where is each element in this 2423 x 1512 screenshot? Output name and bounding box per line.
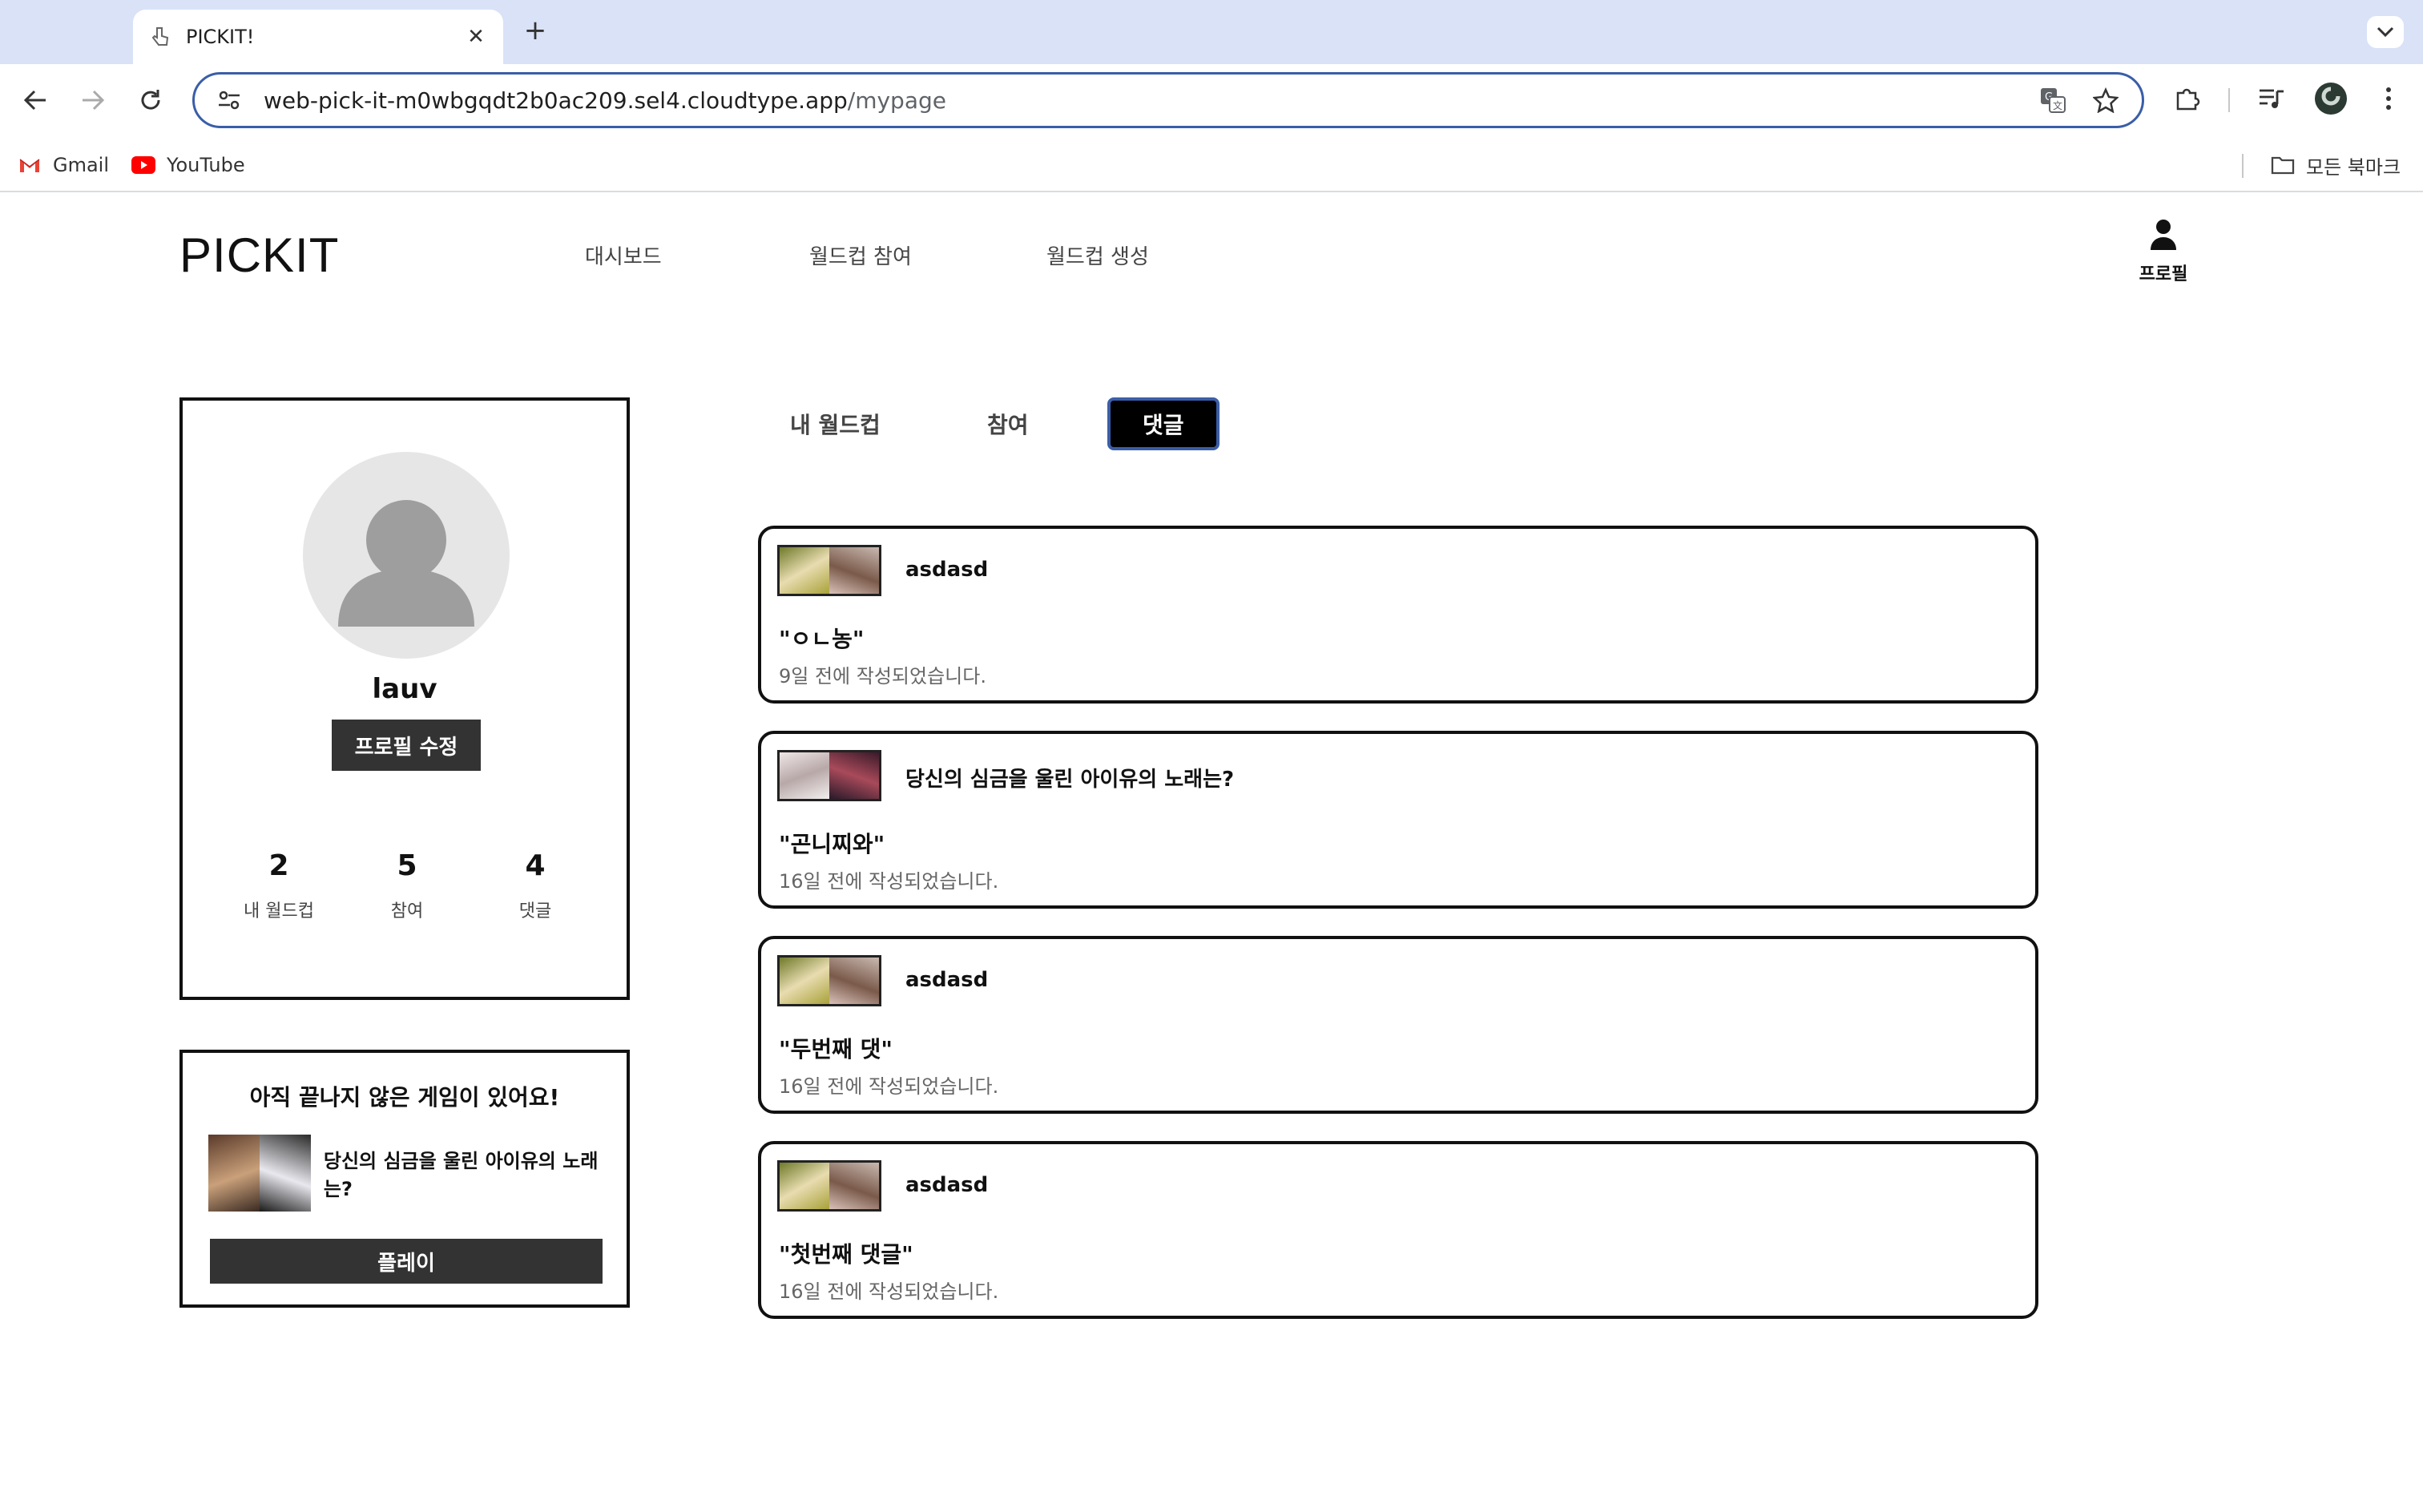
profile-avatar-button[interactable] bbox=[2312, 80, 2349, 117]
comment-text: "두번째 댓" bbox=[779, 1036, 893, 1062]
toolbar-divider bbox=[2228, 88, 2230, 112]
bookmark-youtube[interactable]: YouTube bbox=[131, 151, 245, 179]
bookmark-label: YouTube bbox=[167, 154, 245, 176]
url-text: web-pick-it-m0wbgqdt2b0ac209.sel4.cloudt… bbox=[264, 87, 2015, 114]
default-user-icon bbox=[338, 500, 474, 627]
bookmark-label: Gmail bbox=[53, 154, 110, 176]
url-path: /mypage bbox=[847, 87, 946, 114]
bookmarks-bar: Gmail YouTube 모든 북마크 bbox=[0, 139, 2423, 192]
media-controls-button[interactable] bbox=[2253, 80, 2290, 117]
tab-title: PICKIT! bbox=[186, 26, 255, 48]
comment-worldcup-title: asdasd bbox=[905, 968, 989, 992]
comment-worldcup-title: 당신의 심금을 울린 아이유의 노래는? bbox=[905, 768, 1235, 792]
edit-profile-button[interactable]: 프로필 수정 bbox=[332, 720, 481, 771]
browser-tabstrip: PICKIT! ✕ + bbox=[0, 0, 2423, 64]
chevron-down-icon bbox=[2377, 26, 2394, 38]
forward-arrow-icon bbox=[83, 90, 105, 111]
unfinished-game-row[interactable]: 당신의 심금을 울린 아이유의 노래는? bbox=[208, 1135, 627, 1212]
user-icon bbox=[2151, 220, 2176, 250]
close-tab-icon[interactable]: ✕ bbox=[465, 26, 487, 48]
comment-card[interactable]: asdasd "첫번째 댓글" 16일 전에 작성되었습니다. bbox=[758, 1141, 2038, 1319]
nav-join-worldcup[interactable]: 월드컵 참여 bbox=[809, 240, 912, 270]
worldcup-thumbnail bbox=[777, 545, 881, 596]
comment-time: 9일 전에 작성되었습니다. bbox=[779, 665, 986, 687]
unfinished-game-title: 아직 끝나지 않은 게임이 있어요! bbox=[249, 1084, 560, 1111]
pointer-hand-icon bbox=[149, 26, 171, 48]
comment-time: 16일 전에 작성되었습니다. bbox=[779, 1075, 999, 1098]
unfinished-game-name: 당신의 심금을 울린 아이유의 노래는? bbox=[323, 1150, 599, 1200]
stat-label: 댓글 bbox=[518, 901, 552, 921]
new-tab-button[interactable]: + bbox=[519, 14, 551, 46]
bookmark-star-icon[interactable] bbox=[2090, 85, 2121, 115]
nav-profile-label: 프로필 bbox=[2139, 264, 2188, 284]
worldcup-thumbnail bbox=[777, 955, 881, 1006]
nav-dashboard[interactable]: 대시보드 bbox=[585, 240, 662, 270]
tab-comments[interactable]: 댓글 bbox=[1107, 397, 1220, 450]
puzzle-icon bbox=[2176, 88, 2200, 111]
all-bookmarks-button[interactable]: 모든 북마크 bbox=[2271, 151, 2401, 179]
comment-text: "곤니찌와" bbox=[779, 831, 885, 857]
comment-text: "첫번째 댓글" bbox=[779, 1241, 913, 1268]
comment-text: "ㅇㄴ농" bbox=[779, 626, 865, 652]
tab-my-worldcups[interactable]: 내 월드컵 bbox=[758, 397, 913, 450]
play-button[interactable]: 플레이 bbox=[210, 1239, 603, 1284]
tab-search-button[interactable] bbox=[2367, 16, 2404, 48]
all-bookmarks-label: 모든 북마크 bbox=[2306, 155, 2401, 179]
stat-value: 5 bbox=[397, 849, 417, 882]
reload-button[interactable] bbox=[135, 84, 167, 116]
unfinished-game-card: 아직 끝나지 않은 게임이 있어요! 당신의 심금을 울린 아이유의 노래는? … bbox=[179, 1050, 630, 1308]
tab-participations[interactable]: 참여 bbox=[955, 397, 1061, 450]
back-button[interactable] bbox=[19, 84, 51, 116]
comment-time: 16일 전에 작성되었습니다. bbox=[779, 1280, 999, 1303]
avatar bbox=[2315, 83, 2347, 115]
stat-value: 2 bbox=[268, 849, 289, 882]
comment-card[interactable]: asdasd "ㅇㄴ농" 9일 전에 작성되었습니다. bbox=[758, 526, 2038, 704]
extensions-button[interactable] bbox=[2168, 80, 2205, 117]
back-arrow-icon bbox=[23, 90, 46, 111]
nav-create-worldcup[interactable]: 월드컵 생성 bbox=[1046, 240, 1149, 270]
site-settings-icon[interactable] bbox=[216, 87, 243, 114]
comment-time: 16일 전에 작성되었습니다. bbox=[779, 870, 999, 893]
comment-worldcup-title: asdasd bbox=[905, 558, 989, 582]
bookmarks-divider bbox=[2242, 154, 2244, 178]
svg-text:文: 文 bbox=[2053, 99, 2062, 111]
url-host: web-pick-it-m0wbgqdt2b0ac209.sel4.cloudt… bbox=[264, 87, 848, 114]
playlist-music-icon bbox=[2260, 89, 2284, 108]
stat-label: 내 월드컵 bbox=[244, 901, 314, 921]
bookmark-gmail[interactable]: Gmail bbox=[18, 151, 109, 179]
stat-my-worldcups: 2 내 월드컵 bbox=[223, 849, 335, 922]
browser-menu-button[interactable] bbox=[2370, 80, 2407, 117]
stat-value: 4 bbox=[525, 849, 546, 882]
comment-card[interactable]: asdasd "두번째 댓" 16일 전에 작성되었습니다. bbox=[758, 936, 2038, 1114]
brand-logo[interactable]: PICKIT bbox=[179, 228, 339, 283]
more-vert-icon bbox=[2386, 87, 2391, 110]
reload-icon bbox=[141, 90, 160, 110]
stat-label: 참여 bbox=[390, 901, 424, 921]
youtube-icon bbox=[131, 153, 155, 177]
gmail-icon bbox=[18, 153, 42, 177]
folder-icon bbox=[2271, 153, 2295, 177]
game-thumbnail bbox=[208, 1135, 311, 1212]
address-bar[interactable]: web-pick-it-m0wbgqdt2b0ac209.sel4.cloudt… bbox=[192, 72, 2144, 128]
stat-comments: 4 댓글 bbox=[479, 849, 591, 922]
profile-card: lauv 프로필 수정 2 내 월드컵 5 참여 4 댓글 bbox=[179, 397, 630, 1000]
comment-worldcup-title: asdasd bbox=[905, 1173, 989, 1197]
forward-button[interactable] bbox=[77, 84, 109, 116]
worldcup-thumbnail bbox=[777, 1160, 881, 1212]
nav-profile[interactable]: 프로필 bbox=[2131, 218, 2195, 285]
profile-avatar bbox=[303, 452, 510, 659]
stat-participations: 5 참여 bbox=[351, 849, 463, 922]
profile-username: lauv bbox=[372, 673, 437, 705]
browser-tab[interactable]: PICKIT! ✕ bbox=[133, 10, 503, 64]
worldcup-thumbnail bbox=[777, 750, 881, 801]
translate-icon[interactable]: G文 bbox=[2038, 85, 2068, 115]
comment-card[interactable]: 당신의 심금을 울린 아이유의 노래는? "곤니찌와" 16일 전에 작성되었습… bbox=[758, 731, 2038, 909]
